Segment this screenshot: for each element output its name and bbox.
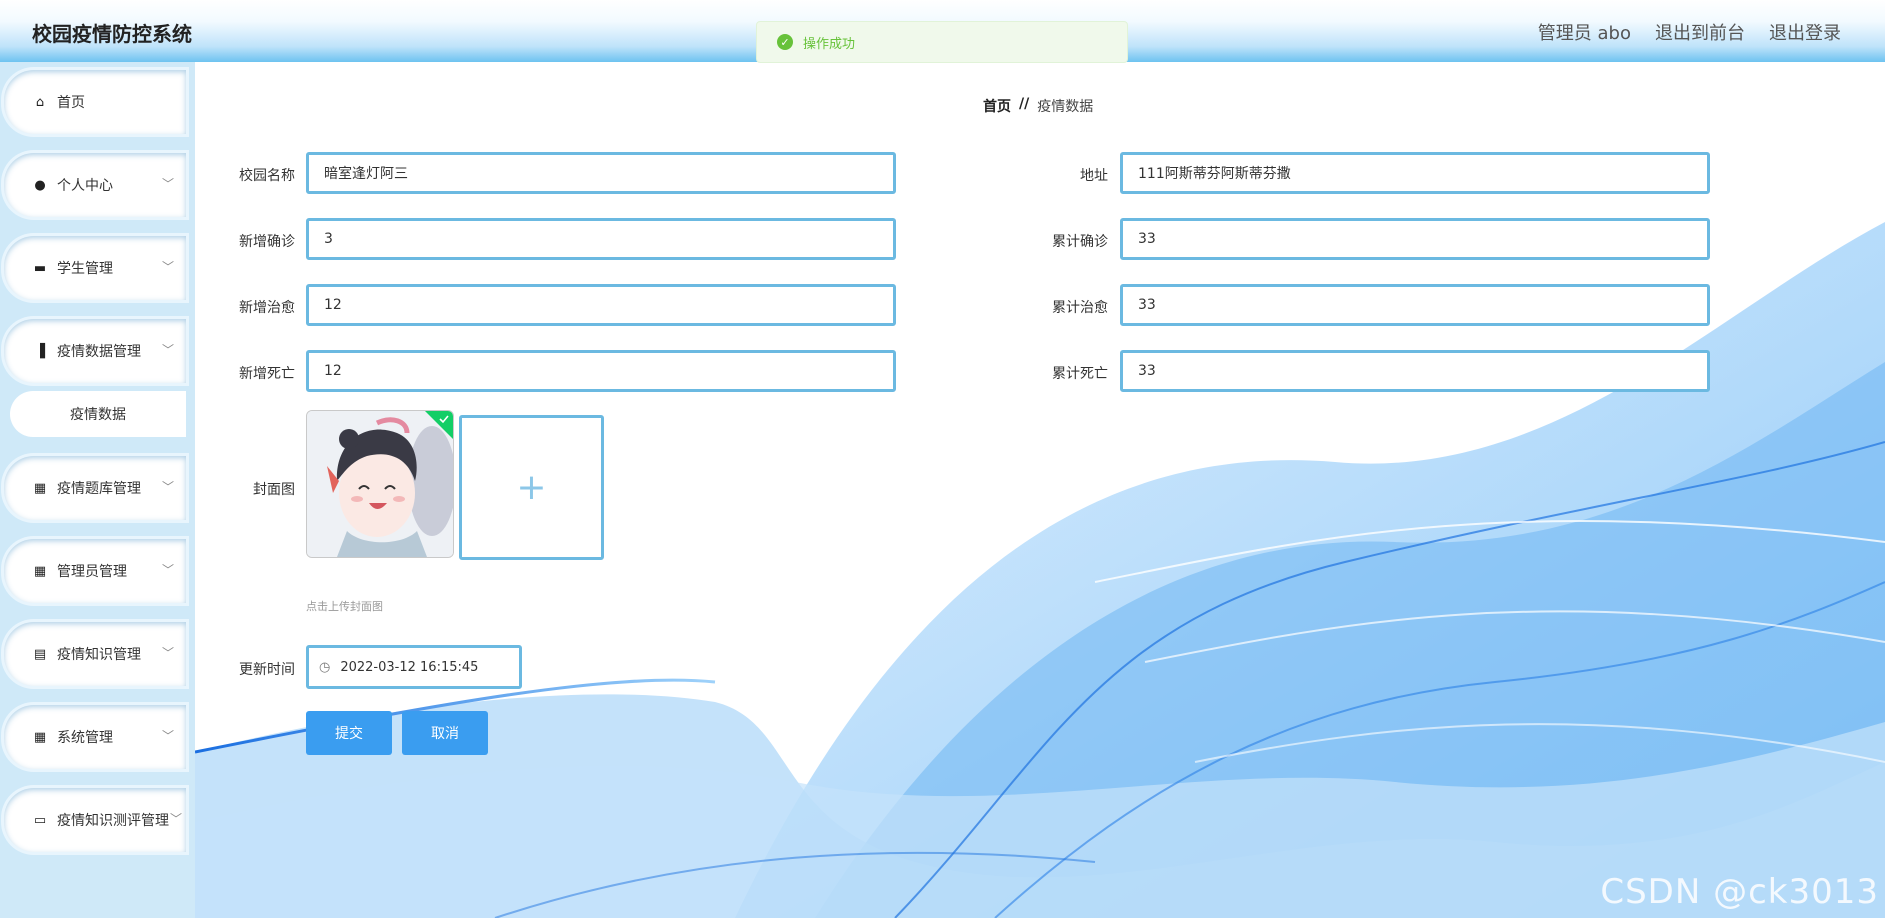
cover-upload-tip: 点击上传封面图 — [306, 600, 383, 613]
sidebar-item-knowledge-management[interactable]: ▤ 疫情知识管理 ﹀ — [4, 622, 186, 686]
chevron-down-icon: ﹀ — [161, 343, 174, 357]
sidebar-item-label: 疫情题库管理 — [57, 481, 141, 497]
app-title: 校园疫情防控系统 — [32, 22, 192, 46]
upload-add-button[interactable]: + — [459, 415, 604, 560]
new-cured-input[interactable]: 12 — [306, 284, 896, 326]
grid-icon: ▦ — [33, 480, 47, 496]
update-time-label: 更新时间 — [239, 662, 295, 678]
sidebar-item-student-management[interactable]: ▬ 学生管理 ﹀ — [4, 236, 186, 300]
breadcrumb-current: 疫情数据 — [1037, 99, 1094, 115]
sidebar-item-admin-management[interactable]: ▦ 管理员管理 ﹀ — [4, 539, 186, 603]
total-confirmed-input[interactable]: 33 — [1120, 218, 1710, 260]
breadcrumb-separator: // — [1019, 96, 1030, 112]
total-confirmed-label: 累计确诊 — [1052, 234, 1108, 250]
sidebar-item-label: 系统管理 — [57, 730, 113, 746]
chevron-down-icon: ﹀ — [161, 646, 174, 660]
chevron-down-icon: ﹀ — [161, 729, 174, 743]
address-input[interactable]: 111阿斯蒂芬阿斯蒂芬撒 — [1120, 152, 1710, 194]
total-deaths-label: 累计死亡 — [1052, 366, 1108, 382]
new-cured-label: 新增治愈 — [239, 300, 295, 316]
breadcrumb: 首页 // 疫情数据 — [983, 96, 1093, 116]
monitor-icon: ▭ — [33, 812, 47, 828]
sidebar-subitem-epidemic-data[interactable]: 疫情数据 — [10, 391, 186, 437]
admin-user-link[interactable]: 管理员 abo — [1538, 19, 1631, 45]
sidebar-item-personal-center[interactable]: ● 个人中心 ﹀ — [4, 153, 186, 217]
new-deaths-input[interactable]: 12 — [306, 350, 896, 392]
chevron-down-icon: ﹀ — [161, 563, 174, 577]
campus-name-label: 校园名称 — [239, 168, 295, 184]
sidebar-item-label: 首页 — [57, 95, 85, 111]
sidebar-item-label: 管理员管理 — [57, 564, 127, 580]
update-time-value: 2022-03-12 16:15:45 — [340, 659, 479, 675]
sidebar-item-system-management[interactable]: ▦ 系统管理 ﹀ — [4, 705, 186, 769]
home-icon: ⌂ — [35, 94, 45, 110]
new-confirmed-label: 新增确诊 — [239, 234, 295, 250]
total-cured-input[interactable]: 33 — [1120, 284, 1710, 326]
csdn-watermark: CSDN @ck3013 — [1600, 872, 1879, 912]
new-deaths-label: 新增死亡 — [239, 366, 295, 382]
plus-icon: + — [516, 467, 547, 508]
clock-icon: ◷ — [319, 659, 331, 675]
sidebar-item-knowledge-assessment-management[interactable]: ▭ 疫情知识测评管理 ﹀ — [4, 788, 186, 852]
user-icon: ● — [34, 177, 46, 193]
cancel-button[interactable]: 取消 — [402, 711, 488, 755]
address-label: 地址 — [1080, 168, 1108, 184]
sidebar-item-epidemic-data-management[interactable]: ▐ 疫情数据管理 ﹀ — [4, 319, 186, 383]
chevron-down-icon: ﹀ — [169, 812, 182, 826]
header-links: 管理员 abo 退出到前台 退出登录 — [1538, 19, 1841, 45]
total-cured-label: 累计治愈 — [1052, 300, 1108, 316]
sidebar-item-label: 疫情数据管理 — [57, 344, 141, 360]
sidebar-item-home[interactable]: ⌂ 首页 — [4, 70, 186, 134]
grid-icon: ▦ — [33, 563, 47, 579]
chevron-down-icon: ﹀ — [161, 260, 174, 274]
sidebar-item-label: 疫情知识测评管理 — [57, 813, 169, 829]
campus-name-input[interactable]: 暗室逢灯阿三 — [306, 152, 896, 194]
sidebar-subitem-label: 疫情数据 — [70, 407, 126, 423]
cover-image-thumbnail[interactable] — [306, 410, 454, 558]
sidebar-item-label: 学生管理 — [57, 261, 113, 277]
clipboard-icon: ▤ — [33, 646, 47, 662]
success-toast: ✓ 操作成功 — [756, 21, 1128, 63]
breadcrumb-home[interactable]: 首页 — [983, 96, 1011, 116]
update-time-picker[interactable]: ◷ 2022-03-12 16:15:45 — [306, 645, 522, 689]
exit-to-frontend-link[interactable]: 退出到前台 — [1655, 19, 1745, 45]
bar-chart-icon: ▐ — [35, 343, 45, 359]
chevron-down-icon: ﹀ — [161, 480, 174, 494]
sidebar-item-label: 疫情知识管理 — [57, 647, 141, 663]
briefcase-icon: ▬ — [33, 260, 47, 276]
sidebar: ⌂ 首页 ● 个人中心 ﹀ ▬ 学生管理 ﹀ ▐ 疫情数据管理 ﹀ 疫情数据 ▦… — [0, 62, 195, 918]
upload-success-check-icon — [425, 411, 453, 439]
check-circle-icon: ✓ — [777, 34, 793, 50]
new-confirmed-input[interactable]: 3 — [306, 218, 896, 260]
logout-link[interactable]: 退出登录 — [1769, 19, 1841, 45]
total-deaths-input[interactable]: 33 — [1120, 350, 1710, 392]
chevron-down-icon: ﹀ — [161, 177, 174, 191]
submit-button[interactable]: 提交 — [306, 711, 392, 755]
sidebar-item-question-bank-management[interactable]: ▦ 疫情题库管理 ﹀ — [4, 456, 186, 520]
toast-message: 操作成功 — [803, 36, 856, 52]
grid-icon: ▦ — [33, 729, 47, 745]
cover-label: 封面图 — [253, 482, 295, 498]
sidebar-item-label: 个人中心 — [57, 178, 113, 194]
